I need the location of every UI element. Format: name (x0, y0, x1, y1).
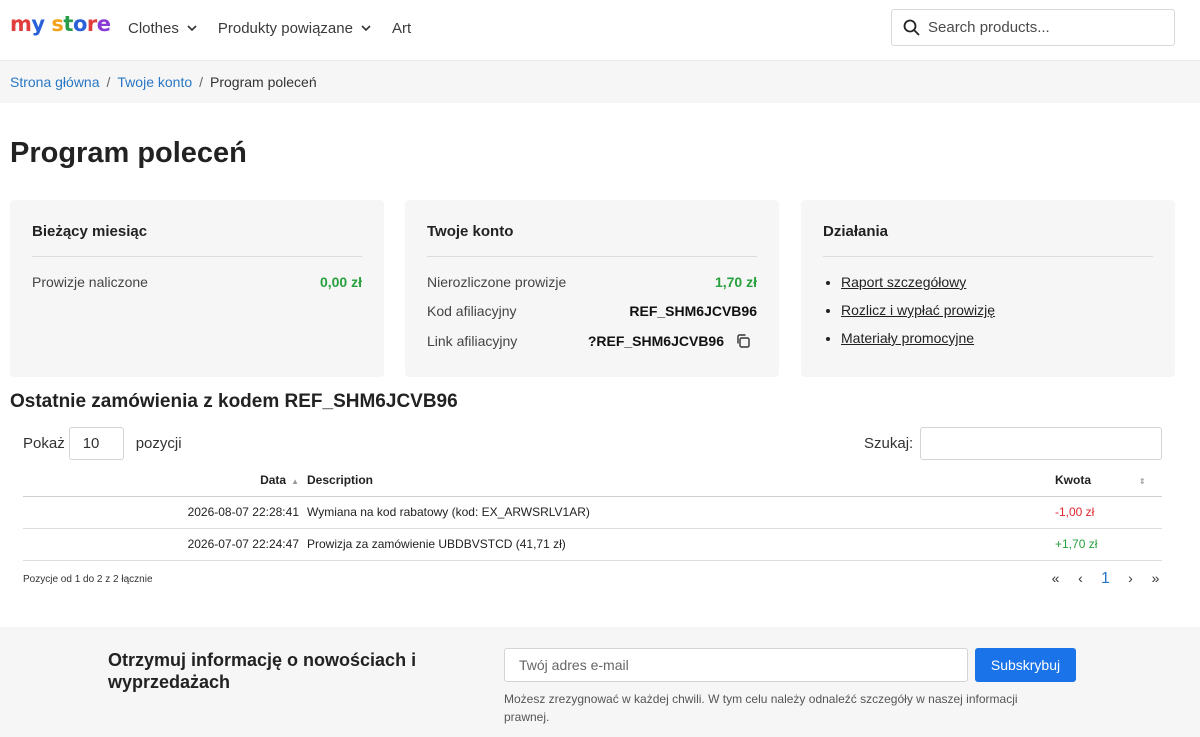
cell-description: Prowizja za zamówienie UBDBVSTCD (41,71 … (307, 528, 1055, 561)
account-card: Twoje konto Nierozliczone prowizje 1,70 … (405, 200, 779, 377)
search-icon (903, 19, 920, 36)
nav-label: Art (391, 19, 412, 37)
breadcrumb: Strona główna / Twoje konto / Program po… (0, 60, 1200, 103)
nav-item-art[interactable]: Art (392, 20, 411, 37)
affiliate-link-wrap: ?REF_SHM6JCVB96 (588, 333, 757, 349)
table-row: 2026-08-07 22:28:41 Wymiana na kod rabat… (23, 496, 1162, 529)
unsettled-value: 1,70 zł (714, 274, 757, 290)
first-page-button[interactable]: « (1043, 570, 1068, 588)
list-item: Raport szczegółowy (841, 274, 1153, 290)
commission-value: 0,00 zł (319, 274, 362, 290)
table-header-row: Data ▲ Description Kwota ⇕ (23, 465, 1162, 497)
logo-letter: t (63, 12, 73, 36)
affiliate-link-label: Link afiliacyjny (427, 333, 518, 349)
table-info: Pozycje od 1 do 2 z 2 łącznie (23, 574, 153, 585)
actions-list: Raport szczegółowy Rozlicz i wypłać prow… (823, 274, 1153, 346)
commission-row: Prowizje naliczone 0,00 zł (32, 274, 362, 290)
cell-date: 2026-08-07 22:28:41 (23, 496, 307, 529)
nav-label: Produkty powiązane (217, 19, 353, 37)
breadcrumb-current: Program poleceń (210, 74, 317, 90)
page-1-button[interactable]: 1 (1093, 570, 1118, 588)
copy-icon[interactable] (735, 333, 751, 349)
sort-icon: ⇕ (1139, 477, 1146, 487)
newsletter-heading: Otrzymuj informację o nowościach i wyprz… (108, 650, 417, 692)
unsettled-row: Nierozliczone prowizje 1,70 zł (427, 274, 757, 290)
affiliate-link-row: Link afiliacyjny ?REF_SHM6JCVB96 (427, 333, 757, 349)
cell-date: 2026-07-07 22:24:47 (23, 528, 307, 561)
column-header-description[interactable]: Description (307, 465, 1055, 497)
promo-materials-link[interactable]: Materiały promocyjne (841, 330, 974, 346)
column-label: Kwota (1055, 473, 1091, 488)
table-row: 2026-07-07 22:24:47 Prowizja za zamówien… (23, 528, 1162, 561)
unsettled-label: Nierozliczone prowizje (427, 274, 567, 290)
column-label: Data (260, 473, 287, 488)
detailed-report-link[interactable]: Raport szczegółowy (841, 274, 966, 290)
table-search-control: Szukaj: (864, 427, 1163, 460)
show-label: Pokaż (23, 435, 65, 452)
current-month-card: Bieżący miesiąc Prowizje naliczone 0,00 … (10, 200, 384, 377)
cell-amount: -1,00 zł (1055, 496, 1162, 529)
orders-section-title: Ostatnie zamówienia z kodem REF_SHM6JCVB… (10, 391, 458, 412)
nav-label: Clothes (128, 19, 179, 37)
search-input[interactable] (928, 19, 1158, 36)
logo-letter: m (10, 12, 32, 36)
main-nav: Clothes Produkty powiązane Art (128, 0, 430, 56)
settle-payout-link[interactable]: Rozlicz i wypłać prowizję (841, 302, 995, 318)
card-title: Działania (823, 223, 1153, 257)
breadcrumb-account-link[interactable]: Twoje konto (117, 74, 192, 90)
breadcrumb-separator: / (106, 74, 111, 90)
table-search-label: Szukaj: (864, 435, 914, 452)
logo-letter: y (31, 12, 45, 36)
affiliate-link-value: ?REF_SHM6JCVB96 (587, 333, 724, 349)
last-page-button[interactable]: » (1143, 570, 1168, 588)
email-field[interactable] (504, 648, 968, 682)
breadcrumb-separator: / (199, 74, 204, 90)
list-item: Rozlicz i wypłać prowizję (841, 302, 1153, 318)
card-title: Bieżący miesiąc (32, 223, 362, 257)
column-header-amount[interactable]: Kwota ⇕ (1055, 465, 1162, 497)
table-search-input[interactable] (920, 427, 1163, 460)
chevron-down-icon (187, 25, 197, 32)
affiliate-code-value: REF_SHM6JCVB96 (629, 303, 757, 319)
column-label: Description (307, 473, 374, 488)
logo-letter (45, 12, 52, 36)
breadcrumb-home-link[interactable]: Strona główna (10, 74, 100, 90)
actions-card: Działania Raport szczegółowy Rozlicz i w… (801, 200, 1175, 377)
orders-table: Data ▲ Description Kwota ⇕ 2026-08-07 22:2… (23, 465, 1162, 561)
cell-description: Wymiana na kod rabatowy (kod: EX_ARWSRLV… (307, 496, 1055, 529)
page-title: Program poleceń (10, 137, 247, 169)
site-header: my store Clothes Produkty powiązane Art (0, 0, 1200, 60)
subscribe-button[interactable]: Subskrybuj (975, 648, 1076, 682)
pagination: « ‹ 1 › » (1043, 570, 1168, 588)
nav-item-clothes[interactable]: Clothes (128, 20, 199, 37)
affiliate-code-label: Kod afiliacyjny (427, 303, 517, 319)
newsletter-section: Otrzymuj informację o nowościach i wyprz… (0, 627, 1200, 737)
next-page-button[interactable]: › (1118, 570, 1143, 588)
page-length-control: Pokaż 10 pozycji (23, 427, 182, 460)
logo-letter: s (51, 12, 64, 36)
affiliate-code-row: Kod afiliacyjny REF_SHM6JCVB96 (427, 303, 757, 319)
newsletter-note: Możesz zrezygnować w każdej chwili. W ty… (504, 692, 1018, 724)
show-suffix: pozycji (135, 435, 182, 452)
sort-desc-icon: ▲ (291, 477, 299, 487)
page-length-select[interactable]: 10 (68, 427, 124, 460)
logo-letter: r (86, 12, 97, 36)
commission-label: Prowizje naliczone (32, 274, 148, 290)
nav-item-related-products[interactable]: Produkty powiązane (218, 20, 373, 37)
product-search[interactable] (891, 9, 1175, 46)
cell-amount: +1,70 zł (1055, 528, 1162, 561)
prev-page-button[interactable]: ‹ (1068, 570, 1093, 588)
column-header-date[interactable]: Data ▲ (23, 465, 307, 497)
store-logo[interactable]: my store (10, 12, 111, 36)
chevron-down-icon (361, 25, 371, 32)
list-item: Materiały promocyjne (841, 330, 1153, 346)
card-title: Twoje konto (427, 223, 757, 257)
logo-letter: o (72, 12, 87, 36)
logo-letter: e (96, 12, 111, 36)
